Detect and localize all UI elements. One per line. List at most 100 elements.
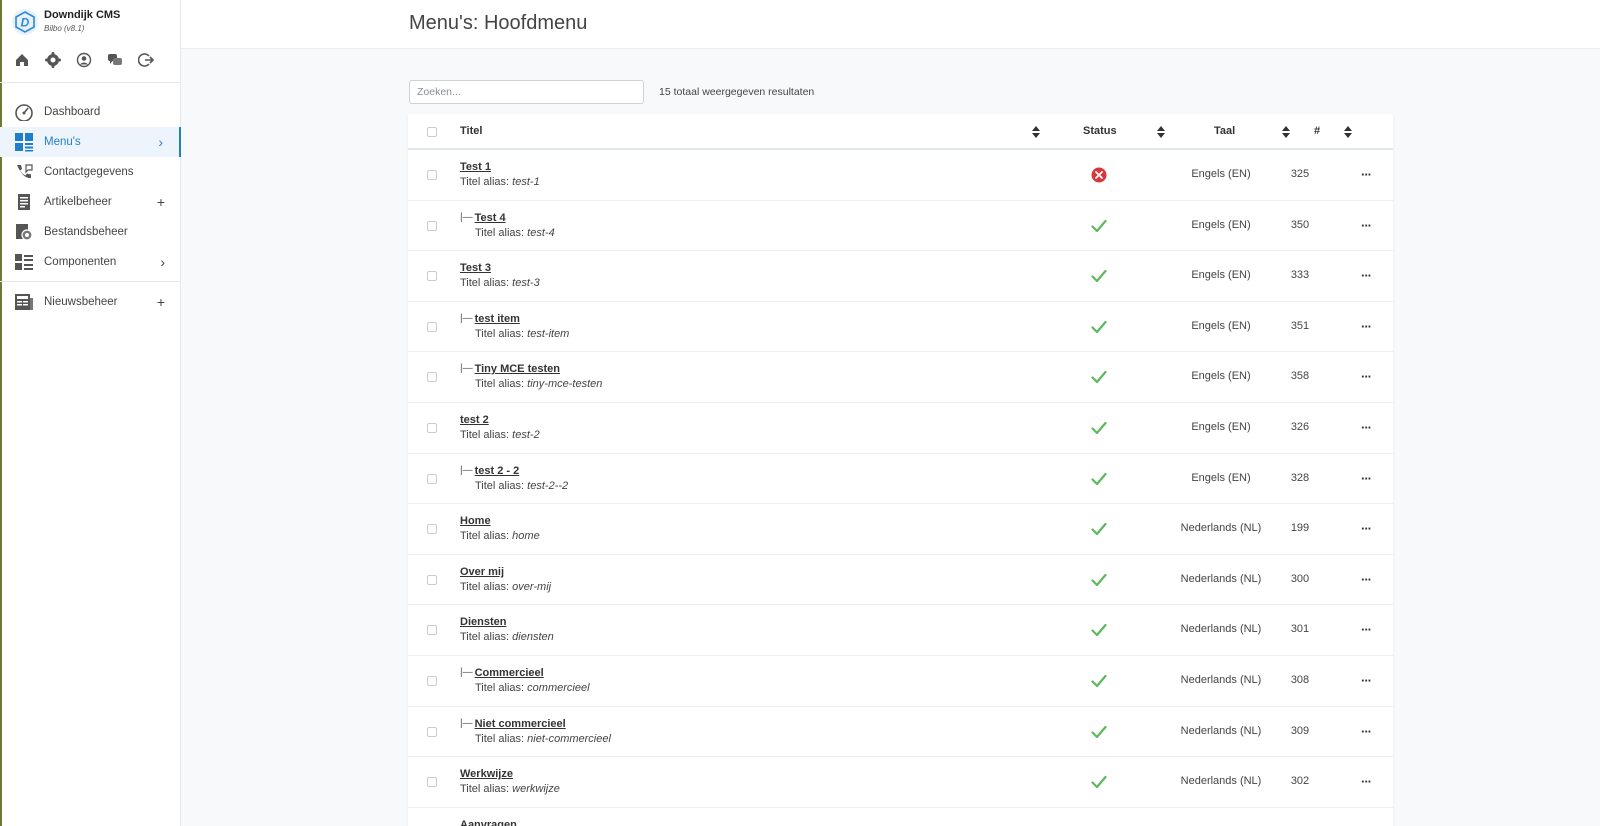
column-header-language[interactable]: Taal [1214,125,1235,137]
row-checkbox[interactable] [427,321,437,332]
row-checkbox[interactable] [427,675,437,686]
published-check-icon[interactable] [1091,319,1107,335]
more-actions-icon[interactable]: ··· [1361,268,1372,283]
title-line: Home [460,514,540,528]
sidebar-item-componenten[interactable]: Componenten › [0,247,181,277]
row-checkbox[interactable] [427,170,437,180]
table-row[interactable]: Werkwijze Titel alias: werkwijze Nederland… [408,757,1393,808]
table-row[interactable]: |— Commercieel Titel alias: commercieel Ned… [408,656,1393,707]
table-row[interactable]: |— Niet commercieel Titel alias: niet-comm… [408,707,1393,758]
row-checkbox[interactable] [427,625,437,636]
table-row[interactable]: |— test item Titel alias: test-item Engels … [408,302,1393,353]
column-header-title[interactable]: Titel [460,125,482,137]
sidebar-item-menus[interactable]: Menu's › [0,127,181,157]
unpublished-x-icon[interactable] [1091,167,1107,183]
menu-item-title-link[interactable]: Test 3 [460,261,491,275]
sort-icon[interactable] [1032,126,1040,138]
published-check-icon[interactable] [1091,572,1107,588]
table-row[interactable]: Test 3 Titel alias: test-3 Engels (EN) 333 ·… [408,251,1393,302]
row-checkbox[interactable] [427,422,437,433]
menu-item-title-link[interactable]: Werkwijze [460,767,513,781]
menu-item-title-link[interactable]: Test 1 [460,160,491,174]
logout-icon[interactable] [138,50,169,70]
sidebar-item-artikelbeheer[interactable]: Artikelbeheer + [0,187,181,217]
alias-label: Titel alias: [475,378,525,391]
sort-icon[interactable] [1157,126,1165,138]
row-checkbox[interactable] [427,726,437,737]
table-row[interactable]: Test 1 Titel alias: test-1 Engels (EN) 325 ·… [408,150,1393,201]
brand[interactable]: D Downdijk CMS Bilbo (v8.1) [12,8,120,36]
plus-icon[interactable]: + [157,194,165,210]
menu-item-title-link[interactable]: Tiny MCE testen [475,362,560,376]
sidebar-item-contactgegevens[interactable]: Contactgegevens [0,157,181,187]
table-row[interactable]: Aanvragen [408,808,1393,826]
menu-item-title-link[interactable]: Commercieel [475,666,544,680]
table-row[interactable]: |— Test 4 Titel alias: test-4 Engels (EN) 35… [408,201,1393,252]
more-actions-icon[interactable]: ··· [1361,774,1372,789]
menu-item-title-link[interactable]: Over mij [460,565,504,579]
table-row[interactable]: Diensten Titel alias: diensten Nederlands … [408,605,1393,656]
row-checkbox[interactable] [427,271,437,282]
published-check-icon[interactable] [1091,724,1107,740]
table-row[interactable]: Home Titel alias: home Nederlands (NL) 199 ·… [408,504,1393,555]
published-check-icon[interactable] [1091,673,1107,689]
published-check-icon[interactable] [1091,268,1107,284]
sidebar-item-nieuwsbeheer[interactable]: Nieuwsbeheer + [0,287,181,317]
published-check-icon[interactable] [1091,420,1107,436]
sort-icon[interactable] [1282,126,1290,138]
menu-item-title-link[interactable]: Home [460,514,491,528]
menu-item-title-link[interactable]: Niet commercieel [475,717,566,731]
row-checkbox[interactable] [427,473,437,484]
published-check-icon[interactable] [1091,369,1107,385]
more-actions-icon[interactable]: ··· [1361,167,1372,182]
table-row[interactable]: |— Tiny MCE testen Titel alias: tiny-mce-t… [408,352,1393,403]
more-actions-icon[interactable]: ··· [1361,319,1372,334]
title-cell: Test 1 Titel alias: test-1 [460,160,540,190]
sidebar-item-dashboard[interactable]: Dashboard [0,97,181,127]
column-header-status[interactable]: Status [1083,125,1117,137]
select-all-checkbox[interactable] [427,127,437,137]
menu-item-title-link[interactable]: Test 4 [475,211,506,225]
alias-label: Titel alias: [475,479,525,492]
published-check-icon[interactable] [1091,471,1107,487]
table-row[interactable]: |— test 2 - 2 Titel alias: test-2--2 Engels… [408,454,1393,505]
home-icon[interactable] [14,50,45,70]
row-checkbox[interactable] [427,524,437,535]
menu-item-title-link[interactable]: test 2 - 2 [475,464,520,478]
sort-icon[interactable] [1344,126,1352,138]
published-check-icon[interactable] [1091,774,1107,790]
more-actions-icon[interactable]: ··· [1361,471,1372,486]
svg-text:D: D [21,16,30,30]
column-header-id[interactable]: # [1314,125,1320,137]
search-input[interactable] [409,80,644,104]
menu-item-title-link[interactable]: test item [475,312,520,326]
menu-item-title-link[interactable]: test 2 [460,413,489,427]
user-icon[interactable] [76,50,107,70]
more-actions-icon[interactable]: ··· [1361,420,1372,435]
table-row[interactable]: Over mij Titel alias: over-mij Nederlands … [408,555,1393,606]
row-checkbox[interactable] [427,372,437,383]
menu-item-title-link[interactable]: Diensten [460,615,506,629]
more-actions-icon[interactable]: ··· [1361,572,1372,587]
settings-badge-icon[interactable] [45,50,76,70]
title-line: |— Niet commercieel [460,717,611,731]
chat-icon[interactable] [107,50,138,70]
more-actions-icon[interactable]: ··· [1361,622,1372,637]
published-check-icon[interactable] [1091,521,1107,537]
more-actions-icon[interactable]: ··· [1361,218,1372,233]
table-row[interactable]: test 2 Titel alias: test-2 Engels (EN) 326 ·… [408,403,1393,454]
menu-item-title-link[interactable]: Aanvragen [460,818,517,826]
title-cell: Diensten Titel alias: diensten [460,615,554,645]
more-actions-icon[interactable]: ··· [1361,724,1372,739]
row-checkbox[interactable] [427,220,437,231]
more-actions-icon[interactable]: ··· [1361,673,1372,688]
plus-icon[interactable]: + [157,294,165,310]
row-checkbox[interactable] [427,574,437,585]
row-checkbox[interactable] [427,777,437,788]
more-actions-icon[interactable]: ··· [1361,521,1372,536]
published-check-icon[interactable] [1091,218,1107,234]
published-check-icon[interactable] [1091,622,1107,638]
tree-indent-marker: |— [460,464,473,476]
sidebar-item-bestandsbeheer[interactable]: Bestandsbeheer [0,217,181,247]
more-actions-icon[interactable]: ··· [1361,369,1372,384]
